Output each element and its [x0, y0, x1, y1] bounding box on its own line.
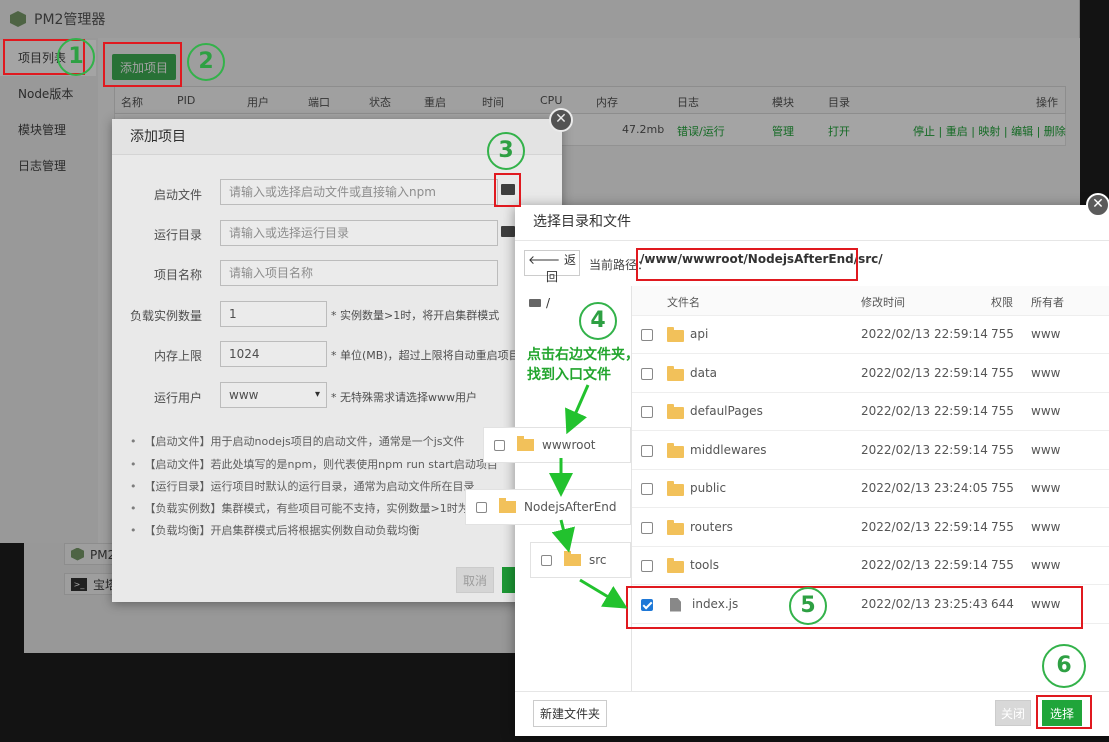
arrow-to-index	[579, 578, 628, 609]
annotation-arrows	[549, 384, 628, 609]
arrow-to-src	[551, 519, 576, 553]
arrow-to-wwwroot	[565, 384, 590, 435]
